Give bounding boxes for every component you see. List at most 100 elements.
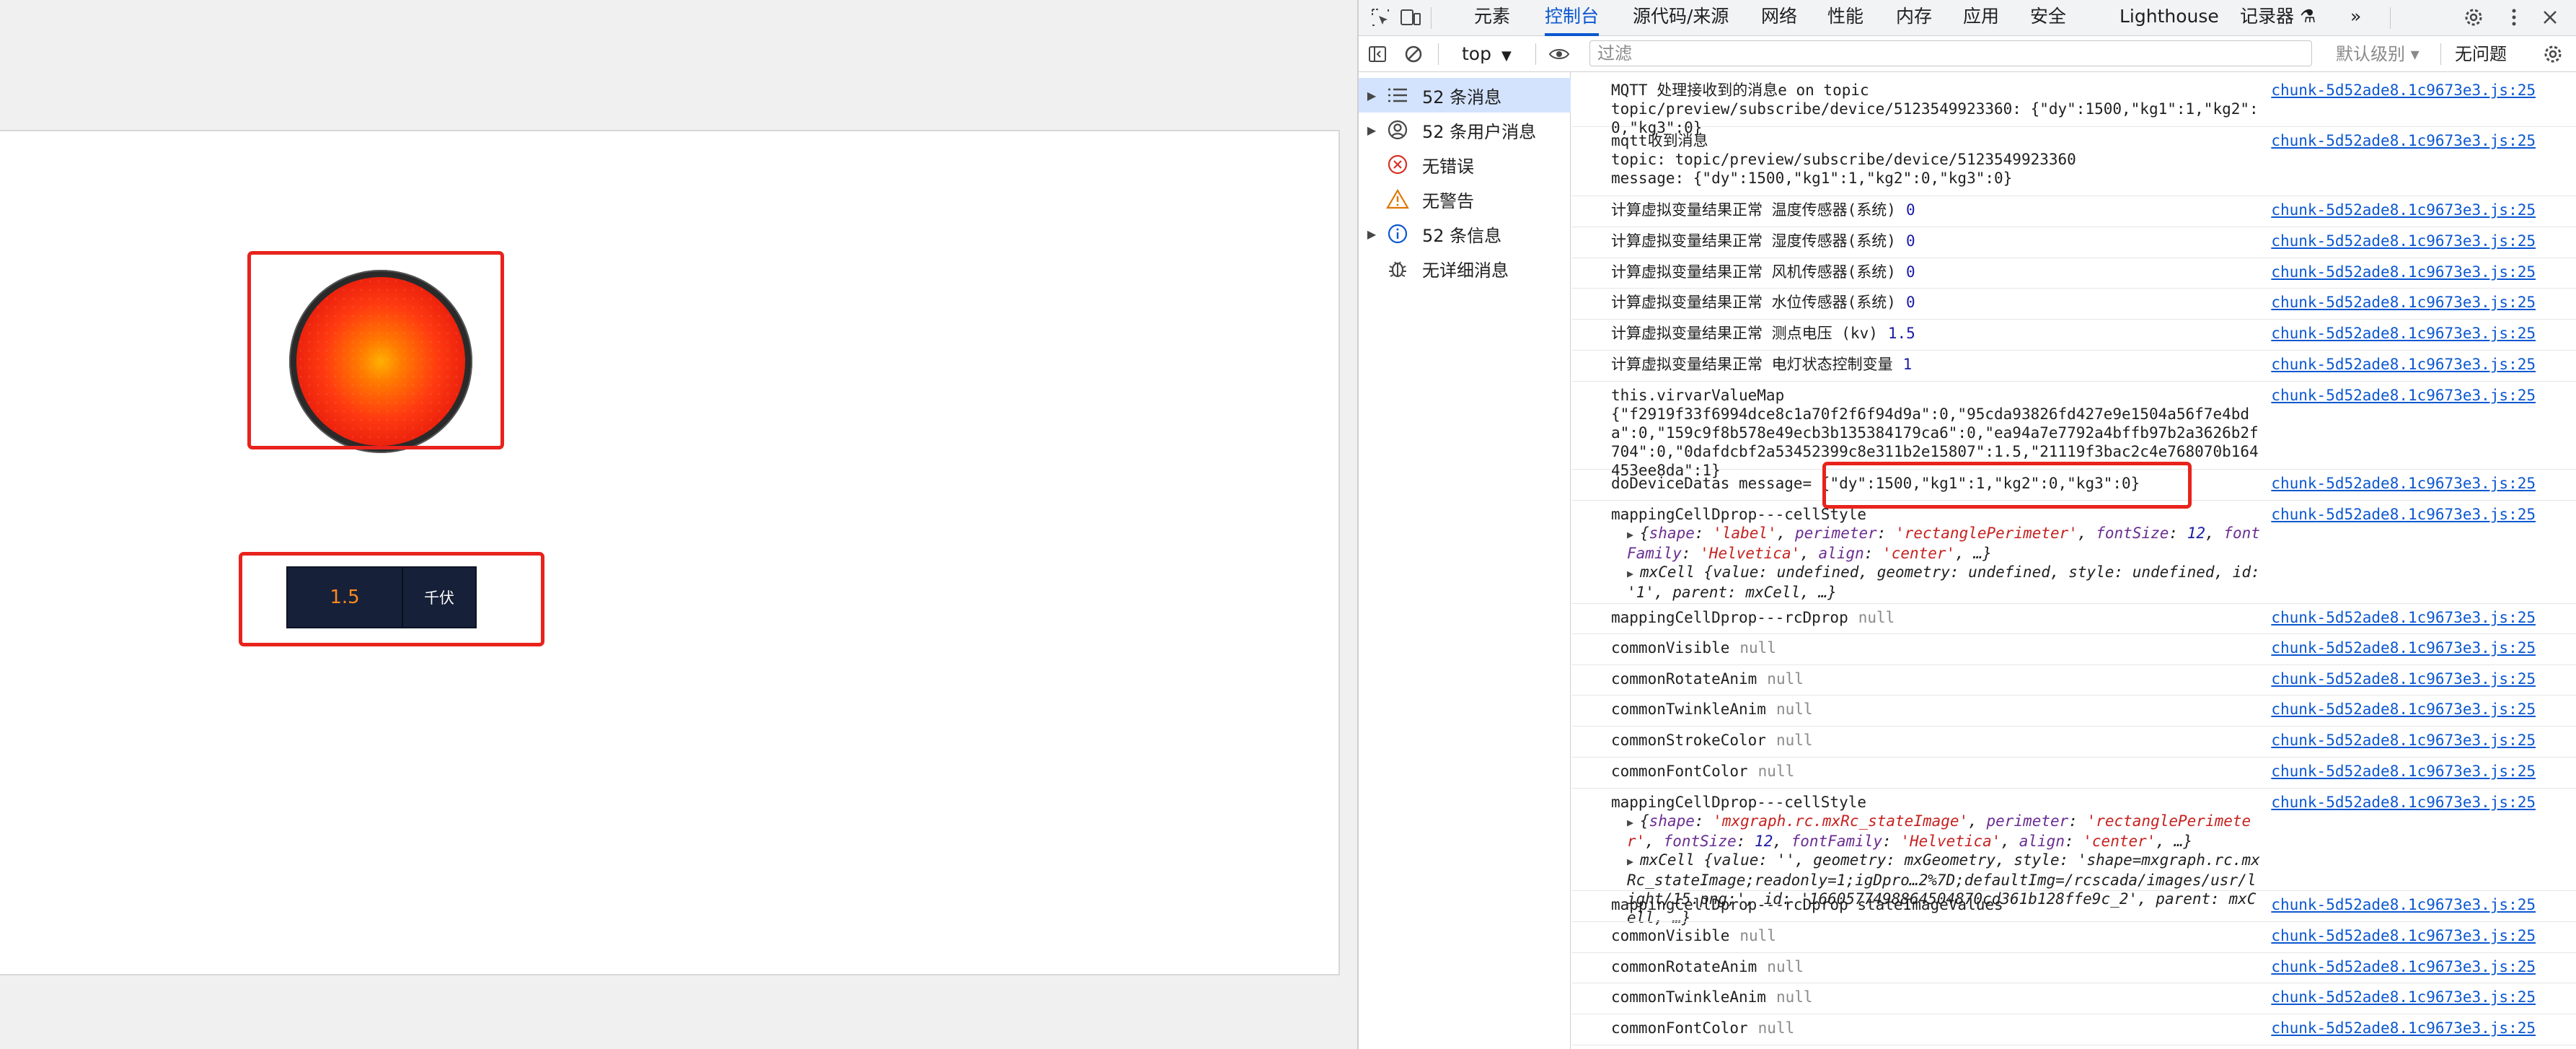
source-link[interactable]: chunk-5d52ade8.1c9673e3.js:25 — [2271, 355, 2536, 374]
tab-network[interactable]: 网络 — [1761, 0, 1797, 36]
console-row: 计算虚拟变量结果正常 水位传感器(系统) 0 chunk-5d52ade8.1c96… — [1571, 289, 2576, 320]
tab-console[interactable]: 控制台 — [1545, 0, 1600, 36]
source-link[interactable]: chunk-5d52ade8.1c9673e3.js:25 — [2271, 926, 2536, 945]
message-value: 0 — [1905, 201, 1915, 219]
message-text: commonTwinkleAnim — [1611, 988, 1766, 1006]
console-row: 计算虚拟变量结果正常 测点电压 (kv) 1.5 chunk-5d52ade8.1c… — [1571, 320, 2576, 351]
lamp-highlight-box — [247, 251, 504, 449]
message-text: commonVisible — [1611, 927, 1730, 944]
sidebar-item-messages[interactable]: ▶ 52 条消息 — [1359, 78, 1571, 113]
sidebar-toggle-icon[interactable] — [1366, 43, 1389, 66]
message-text: 计算虚拟变量结果正常 温度传感器(系统) — [1611, 201, 1896, 219]
inspect-element-icon[interactable] — [1369, 6, 1392, 29]
console-sidebar: ▶ 52 条消息 ▶ 52 条用户消息 无错误 无警告 ▶ 52 条信息 无详细… — [1359, 72, 1571, 1049]
sidebar-item-label: 52 条用户消息 — [1422, 121, 1537, 142]
console-message: 计算虚拟变量结果正常 风机传感器(系统) 0 — [1611, 263, 2260, 281]
console-row: 计算虚拟变量结果正常 电灯状态控制变量 1 chunk-5d52ade8.1c967… — [1571, 351, 2576, 382]
expandable-object[interactable]: ▶ {shape: 'mxgraph.rc.mxRc_stateImage', p… — [1611, 812, 2260, 851]
message-text: 计算虚拟变量结果正常 电灯状态控制变量 — [1611, 356, 1893, 373]
more-options-icon[interactable] — [2502, 6, 2526, 29]
console-settings-gear-icon[interactable] — [2541, 43, 2564, 66]
source-link[interactable]: chunk-5d52ade8.1c9673e3.js:25 — [2271, 608, 2536, 627]
console-row: commonTwinkleAnim null chunk-5d52ade8.1c96… — [1571, 695, 2576, 727]
tab-application[interactable]: 应用 — [1963, 0, 1999, 36]
message-value: 0 — [1905, 232, 1915, 250]
context-select[interactable]: top ▼ — [1462, 42, 1512, 66]
source-link[interactable]: chunk-5d52ade8.1c9673e3.js:25 — [2271, 670, 2536, 688]
expand-arrow-icon[interactable]: ▶ — [1627, 564, 1640, 583]
tab-memory[interactable]: 内存 — [1896, 0, 1932, 36]
close-icon[interactable] — [2538, 6, 2562, 29]
console-row: mqtt收到消息 topic: topic/preview/subscribe/… — [1571, 127, 2576, 196]
devtools-tabbar: 元素 控制台 源代码/来源 网络 性能 内存 应用 安全 Lighthouse … — [1359, 0, 2576, 36]
sidebar-item-info[interactable]: ▶ 52 条信息 — [1359, 216, 1571, 251]
expand-arrow-icon[interactable]: ▶ — [1627, 525, 1640, 544]
message-null-value: null — [1739, 927, 1776, 944]
tab-elements[interactable]: 元素 — [1474, 0, 1510, 36]
source-link[interactable]: chunk-5d52ade8.1c9673e3.js:25 — [2271, 505, 2536, 524]
more-tabs-button[interactable]: » — [2350, 0, 2361, 36]
message-null-value: null — [1767, 670, 1804, 688]
log-levels-dropdown[interactable]: 默认级别 ▾ — [2336, 42, 2420, 66]
source-link[interactable]: chunk-5d52ade8.1c9673e3.js:25 — [2271, 386, 2536, 405]
source-link[interactable]: chunk-5d52ade8.1c9673e3.js:25 — [2271, 731, 2536, 750]
sidebar-item-warnings[interactable]: 无警告 — [1359, 182, 1571, 216]
tabbar-divider — [1431, 7, 1432, 29]
device-toolbar-icon[interactable] — [1399, 6, 1422, 29]
settings-gear-icon[interactable] — [2462, 6, 2485, 29]
sidebar-item-verbose[interactable]: 无详细消息 — [1359, 251, 1571, 286]
expand-arrow-icon[interactable]: ▶ — [1627, 852, 1640, 871]
source-link[interactable]: chunk-5d52ade8.1c9673e3.js:25 — [2271, 793, 2536, 812]
console-message: 计算虚拟变量结果正常 电灯状态控制变量 1 — [1611, 355, 2260, 374]
message-text: mappingCellDprop---cellStyle — [1611, 794, 1867, 811]
source-link[interactable]: chunk-5d52ade8.1c9673e3.js:25 — [2271, 988, 2536, 1006]
issues-counter[interactable]: 无问题 — [2455, 42, 2507, 66]
list-icon — [1385, 82, 1411, 108]
source-link[interactable]: chunk-5d52ade8.1c9673e3.js:25 — [2271, 638, 2536, 657]
source-link[interactable]: chunk-5d52ade8.1c9673e3.js:25 — [2271, 957, 2536, 976]
message-null-value: null — [1767, 958, 1804, 975]
source-link[interactable]: chunk-5d52ade8.1c9673e3.js:25 — [2271, 1019, 2536, 1037]
expand-arrow-icon: ▶ — [1367, 227, 1377, 241]
filter-input[interactable] — [1589, 40, 2312, 66]
message-value: 0 — [1905, 294, 1915, 311]
source-link[interactable]: chunk-5d52ade8.1c9673e3.js:25 — [2271, 131, 2536, 150]
sidebar-item-user-messages[interactable]: ▶ 52 条用户消息 — [1359, 113, 1571, 147]
object-brace: , …} — [1955, 545, 1992, 562]
console-row: commonTwinkleAnim null chunk-5d52ade8.1c96… — [1571, 983, 2576, 1014]
tab-security[interactable]: 安全 — [2030, 0, 2066, 36]
console-message: commonTwinkleAnim null — [1611, 700, 2260, 719]
source-link[interactable]: chunk-5d52ade8.1c9673e3.js:25 — [2271, 700, 2536, 719]
object-value: 'center' — [1882, 545, 1956, 562]
clear-console-icon[interactable] — [1402, 43, 1425, 66]
tab-lighthouse[interactable]: Lighthouse — [2120, 0, 2219, 36]
message-null-value: null — [1739, 639, 1776, 657]
console-row: 计算虚拟变量结果正常 风机传感器(系统) 0 chunk-5d52ade8.1c96… — [1571, 258, 2576, 289]
message-text: mappingCellDprop---rcDprop — [1611, 609, 1848, 626]
sidebar-item-errors[interactable]: 无错误 — [1359, 147, 1571, 182]
console-message: mappingCellDprop---cellStyle ▶ {shape: 'la… — [1611, 505, 2260, 602]
console-message: 计算虚拟变量结果正常 水位传感器(系统) 0 — [1611, 293, 2260, 312]
message-text: 计算虚拟变量结果正常 湿度传感器(系统) — [1611, 232, 1896, 250]
tab-sources[interactable]: 源代码/来源 — [1633, 0, 1729, 36]
console-row: commonStrokeColor null chunk-5d52ade8.1c96… — [1571, 727, 2576, 758]
source-link[interactable]: chunk-5d52ade8.1c9673e3.js:25 — [2271, 232, 2536, 250]
source-link[interactable]: chunk-5d52ade8.1c9673e3.js:25 — [2271, 895, 2536, 914]
source-link[interactable]: chunk-5d52ade8.1c9673e3.js:25 — [2271, 762, 2536, 781]
source-link[interactable]: chunk-5d52ade8.1c9673e3.js:25 — [2271, 263, 2536, 281]
source-link[interactable]: chunk-5d52ade8.1c9673e3.js:25 — [2271, 474, 2536, 493]
source-link[interactable]: chunk-5d52ade8.1c9673e3.js:25 — [2271, 81, 2536, 100]
expandable-object[interactable]: ▶ {shape: 'label', perimeter: 'rectangleP… — [1611, 524, 2260, 563]
message-value: 1.5 — [1887, 325, 1915, 342]
source-link[interactable]: chunk-5d52ade8.1c9673e3.js:25 — [2271, 293, 2536, 312]
expandable-object[interactable]: ▶ mxCell {value: undefined, geometry: und… — [1611, 563, 2260, 602]
source-link[interactable]: chunk-5d52ade8.1c9673e3.js:25 — [2271, 201, 2536, 219]
tab-performance[interactable]: 性能 — [1827, 0, 1863, 36]
tab-recorder[interactable]: 记录器 ⚗ — [2240, 0, 2316, 36]
source-link[interactable]: chunk-5d52ade8.1c9673e3.js:25 — [2271, 324, 2536, 343]
console-message: mqtt收到消息 topic: topic/preview/subscribe/… — [1611, 131, 2260, 188]
eye-icon[interactable] — [1548, 43, 1571, 66]
expand-arrow-icon[interactable]: ▶ — [1627, 813, 1640, 832]
console-row: commonRotateAnim null chunk-5d52ade8.1c967… — [1571, 665, 2576, 695]
info-icon — [1385, 221, 1411, 247]
